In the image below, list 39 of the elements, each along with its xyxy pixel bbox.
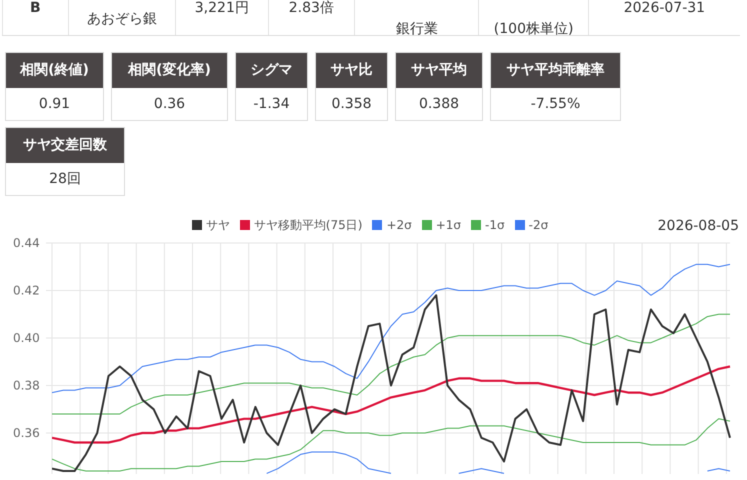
table-cell-text: 2.83倍 (288, 1, 334, 18)
stat-label: サヤ平均乖離率 (491, 53, 620, 88)
legend-swatch (514, 220, 525, 230)
legend-label[interactable]: -2σ (528, 216, 548, 234)
table-cell-text: あおぞら銀 (86, 12, 157, 29)
stat-label: サヤ平均 (396, 53, 482, 88)
stat-value: 0.91 (38, 94, 72, 114)
table-cell-text: 2026-07-31 (624, 1, 706, 18)
table-cell-text: (100株単位) (494, 22, 574, 35)
stat-value: 0.388 (418, 94, 460, 114)
stat-value: -7.55% (530, 94, 582, 114)
legend-label[interactable]: -1σ (485, 216, 505, 234)
stat-label: 相関(終値) (6, 53, 103, 88)
stat-value: -1.34 (252, 94, 291, 114)
legend-label[interactable]: サヤ (206, 216, 230, 234)
y-axis-label: 0.42 (13, 284, 40, 298)
y-axis-label: 0.38 (13, 378, 40, 392)
stat-value: 0.36 (152, 94, 186, 114)
stat-label: サヤ交差回数 (6, 128, 124, 163)
stat-label: シグマ (236, 53, 307, 88)
legend-label[interactable]: +2σ (386, 216, 412, 234)
table-cell-text: 銀行業 (396, 22, 438, 35)
legend-swatch (372, 220, 382, 230)
stat-label: 相関(変化率) (112, 53, 227, 88)
legend-swatch (422, 220, 432, 230)
stat-value: 28回 (48, 170, 82, 188)
y-axis-label: 0.40 (13, 331, 40, 345)
stat-label: サヤ比 (316, 53, 387, 88)
legend-label[interactable]: サヤ移動平均(75日) (254, 216, 362, 234)
stat-value: 0.358 (330, 94, 373, 114)
y-axis-label: 0.44 (13, 236, 40, 250)
legend-swatch (192, 220, 202, 230)
legend-swatch (471, 220, 482, 230)
y-axis-label: 0.36 (13, 426, 40, 440)
legend-swatch (240, 220, 250, 230)
legend-label[interactable]: +1σ (436, 216, 462, 234)
chart-date: 2026-08-05 (658, 217, 739, 236)
table-cell-text: B (30, 1, 41, 18)
table-cell-text: 3,221円 (194, 1, 249, 18)
